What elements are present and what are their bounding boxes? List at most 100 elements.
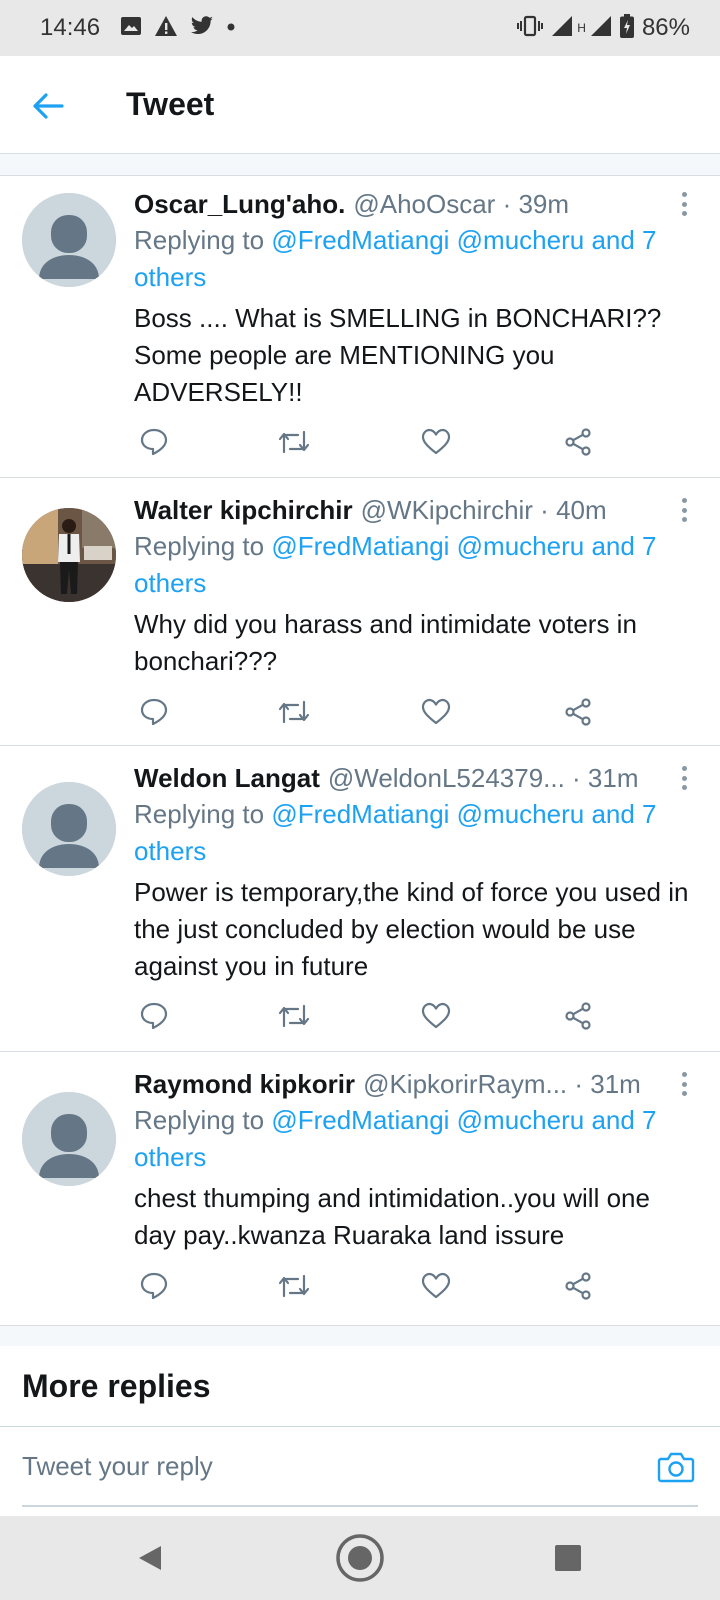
tweet-text: Boss .... What is SMELLING in BONCHARI??… — [134, 303, 662, 407]
tweet-text: chest thumping and intimidation..you wil… — [134, 1183, 650, 1250]
heart-icon — [421, 1272, 451, 1299]
share-button[interactable] — [558, 692, 598, 732]
heart-icon — [421, 428, 451, 455]
tweet-actions — [134, 692, 614, 732]
tweet-text: Why did you harass and intimidate voters… — [134, 609, 637, 676]
reply-button[interactable] — [134, 422, 174, 462]
retweet-icon — [278, 430, 310, 454]
tweet-item[interactable]: Walter kipchirchir @WKipchirchir · 40m R… — [0, 478, 720, 746]
reply-button[interactable] — [134, 1266, 174, 1306]
camera-button[interactable] — [656, 1447, 696, 1487]
home-circle-icon — [336, 1534, 384, 1582]
replying-to: Replying to @FredMatiangi @mucheru and 7… — [134, 796, 696, 870]
nav-home-button[interactable] — [332, 1530, 388, 1586]
nav-recents-button[interactable] — [540, 1530, 596, 1586]
app-bar: Tweet — [0, 56, 720, 154]
reply-input[interactable] — [22, 1427, 698, 1507]
avatar[interactable] — [22, 508, 116, 602]
like-button[interactable] — [416, 422, 456, 462]
battery-charging-icon — [619, 13, 634, 43]
share-icon — [565, 1002, 591, 1030]
tweet-actions — [134, 422, 614, 462]
back-arrow-icon — [33, 93, 64, 119]
default-avatar-icon — [22, 193, 116, 287]
author-handle: @WeldonL524379... · 31m — [327, 762, 639, 793]
author-handle: @WKipchirchir · 40m — [360, 494, 607, 525]
like-button[interactable] — [416, 692, 456, 732]
default-avatar-icon — [22, 1092, 116, 1186]
navigation-bar — [0, 1516, 720, 1600]
warning-icon — [154, 15, 178, 42]
share-icon — [565, 698, 591, 726]
status-bar: 14:46 H 86% — [0, 0, 720, 56]
avatar[interactable] — [22, 1092, 116, 1186]
triangle-back-icon — [139, 1546, 161, 1570]
reply-icon — [140, 1272, 168, 1300]
author-name[interactable]: Walter kipchirchir — [134, 495, 353, 526]
tweet-header: Walter kipchirchir @WKipchirchir · 40m — [134, 492, 696, 528]
camera-icon — [657, 1452, 695, 1483]
heart-icon — [421, 1002, 451, 1029]
more-options-button[interactable] — [672, 192, 696, 216]
author-handle: @KipkorirRaym... · 31m — [363, 1068, 641, 1099]
nav-back-button[interactable] — [122, 1530, 178, 1586]
retweet-icon — [278, 1274, 310, 1298]
back-button[interactable] — [28, 86, 68, 126]
square-recents-icon — [555, 1545, 581, 1571]
tweet-item[interactable]: Raymond kipkorir @KipkorirRaym... · 31m … — [0, 1052, 720, 1326]
tweet-header: Oscar_Lung'aho. @AhoOscar · 39m — [134, 186, 696, 222]
retweet-icon — [278, 700, 310, 724]
page-title: Tweet — [126, 86, 215, 122]
reply-button[interactable] — [134, 996, 174, 1036]
network-type-label: H — [577, 21, 586, 35]
replying-to-label: Replying to — [134, 1105, 272, 1135]
reply-icon — [140, 698, 168, 726]
avatar[interactable] — [22, 782, 116, 876]
replying-to: Replying to @FredMatiangi @mucheru and 7… — [134, 1102, 696, 1176]
heart-icon — [421, 698, 451, 725]
reply-icon — [140, 428, 168, 456]
retweet-button[interactable] — [274, 692, 314, 732]
vibrate-icon — [517, 15, 544, 42]
author-handle: @AhoOscar · 39m — [353, 188, 570, 219]
user-photo — [22, 508, 116, 602]
status-time: 14:46 — [40, 14, 101, 41]
more-options-button[interactable] — [672, 1072, 696, 1096]
more-options-button[interactable] — [672, 498, 696, 522]
notification-icons — [120, 15, 236, 42]
divider — [0, 1326, 720, 1346]
avatar[interactable] — [22, 193, 116, 287]
tweet-text: Power is temporary,the kind of force you… — [134, 877, 689, 981]
tweet-header: Raymond kipkorir @KipkorirRaym... · 31m — [134, 1066, 696, 1102]
twitter-icon — [190, 15, 214, 41]
author-name[interactable]: Weldon Langat — [134, 763, 320, 794]
retweet-button[interactable] — [274, 422, 314, 462]
battery-percent: 86% — [641, 14, 690, 41]
dot-icon — [226, 19, 236, 37]
share-icon — [565, 1272, 591, 1300]
replying-to-label: Replying to — [134, 531, 272, 561]
retweet-button[interactable] — [274, 996, 314, 1036]
author-name[interactable]: Raymond kipkorir — [134, 1069, 355, 1100]
tweet-item[interactable]: Oscar_Lung'aho. @AhoOscar · 39m Replying… — [0, 176, 720, 478]
share-button[interactable] — [558, 1266, 598, 1306]
signal-icon — [551, 15, 573, 42]
tweet-item[interactable]: Weldon Langat @WeldonL524379... · 31m Re… — [0, 746, 720, 1052]
replying-to-label: Replying to — [134, 225, 272, 255]
system-icons: H 86% — [517, 13, 690, 43]
image-icon — [120, 16, 142, 41]
reply-button[interactable] — [134, 692, 174, 732]
more-options-button[interactable] — [672, 766, 696, 790]
default-avatar-icon — [22, 782, 116, 876]
tweet-actions — [134, 996, 614, 1036]
share-button[interactable] — [558, 996, 598, 1036]
reply-bar — [0, 1426, 720, 1516]
like-button[interactable] — [416, 1266, 456, 1306]
divider — [0, 154, 720, 176]
share-icon — [565, 428, 591, 456]
replying-to-label: Replying to — [134, 799, 272, 829]
share-button[interactable] — [558, 422, 598, 462]
retweet-button[interactable] — [274, 1266, 314, 1306]
like-button[interactable] — [416, 996, 456, 1036]
author-name[interactable]: Oscar_Lung'aho. — [134, 189, 345, 220]
